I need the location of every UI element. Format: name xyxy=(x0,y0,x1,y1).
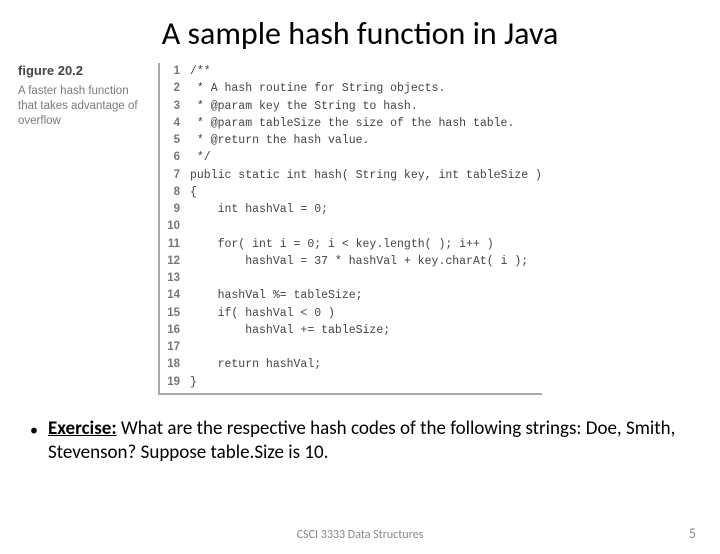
figure-label: figure 20.2 xyxy=(18,63,146,78)
code-text: /** xyxy=(190,63,211,80)
line-number: 2 xyxy=(160,80,190,97)
slide-title: A sample hash function in Java xyxy=(0,14,720,53)
code-line: 9 int hashVal = 0; xyxy=(160,201,542,218)
code-text: * @param key the String to hash. xyxy=(190,98,418,115)
code-text: hashVal %= tableSize; xyxy=(190,287,363,304)
code-text: hashVal += tableSize; xyxy=(190,322,390,339)
code-line: 14 hashVal %= tableSize; xyxy=(160,287,542,304)
code-text: { xyxy=(190,184,197,201)
line-number: 9 xyxy=(160,201,190,218)
code-line: 19} xyxy=(160,374,542,391)
code-text: return hashVal; xyxy=(190,356,321,373)
line-number: 13 xyxy=(160,270,190,287)
exercise-label: Exercise: xyxy=(48,417,117,440)
code-text: hashVal = 37 * hashVal + key.charAt( i )… xyxy=(190,253,528,270)
line-number: 18 xyxy=(160,356,190,373)
line-number: 4 xyxy=(160,115,190,132)
exercise-block: • Exercise: What are the respective hash… xyxy=(48,417,680,465)
code-line: 10 xyxy=(160,218,542,235)
code-line: 8{ xyxy=(160,184,542,201)
bullet-icon: • xyxy=(30,421,38,440)
code-line: 2 * A hash routine for String objects. xyxy=(160,80,542,97)
code-text: int hashVal = 0; xyxy=(190,201,328,218)
figure-caption: A faster hash function that takes advant… xyxy=(18,84,146,129)
line-number: 10 xyxy=(160,218,190,235)
line-number: 12 xyxy=(160,253,190,270)
line-number: 7 xyxy=(160,167,190,184)
line-number: 1 xyxy=(160,63,190,80)
line-number: 5 xyxy=(160,132,190,149)
code-text: if( hashVal < 0 ) xyxy=(190,305,335,322)
code-line: 13 xyxy=(160,270,542,287)
code-text: public static int hash( String key, int … xyxy=(190,167,542,184)
code-line: 6 */ xyxy=(160,149,542,166)
code-line: 11 for( int i = 0; i < key.length( ); i+… xyxy=(160,236,542,253)
code-line: 17 xyxy=(160,339,542,356)
line-number: 17 xyxy=(160,339,190,356)
code-text: */ xyxy=(190,149,211,166)
code-listing: 1/**2 * A hash routine for String object… xyxy=(158,63,542,395)
line-number: 16 xyxy=(160,322,190,339)
page-number: 5 xyxy=(689,525,696,542)
code-line: 3 * @param key the String to hash. xyxy=(160,98,542,115)
code-line: 12 hashVal = 37 * hashVal + key.charAt( … xyxy=(160,253,542,270)
code-line: 5 * @return the hash value. xyxy=(160,132,542,149)
line-number: 11 xyxy=(160,236,190,253)
code-line: 15 if( hashVal < 0 ) xyxy=(160,305,542,322)
code-line: 7public static int hash( String key, int… xyxy=(160,167,542,184)
code-text: * @return the hash value. xyxy=(190,132,369,149)
line-number: 6 xyxy=(160,149,190,166)
code-line: 4 * @param tableSize the size of the has… xyxy=(160,115,542,132)
line-number: 15 xyxy=(160,305,190,322)
line-number: 3 xyxy=(160,98,190,115)
code-text: for( int i = 0; i < key.length( ); i++ ) xyxy=(190,236,494,253)
code-text: * @param tableSize the size of the hash … xyxy=(190,115,514,132)
code-line: 1/** xyxy=(160,63,542,80)
exercise-text: Exercise: What are the respective hash c… xyxy=(48,417,680,465)
figure-block: figure 20.2 A faster hash function that … xyxy=(18,63,720,395)
exercise-body: What are the respective hash codes of th… xyxy=(48,417,675,464)
code-line: 16 hashVal += tableSize; xyxy=(160,322,542,339)
line-number: 19 xyxy=(160,374,190,391)
code-text: } xyxy=(190,374,197,391)
code-line: 18 return hashVal; xyxy=(160,356,542,373)
code-text: * A hash routine for String objects. xyxy=(190,80,445,97)
line-number: 8 xyxy=(160,184,190,201)
line-number: 14 xyxy=(160,287,190,304)
figure-left-column: figure 20.2 A faster hash function that … xyxy=(18,63,158,395)
